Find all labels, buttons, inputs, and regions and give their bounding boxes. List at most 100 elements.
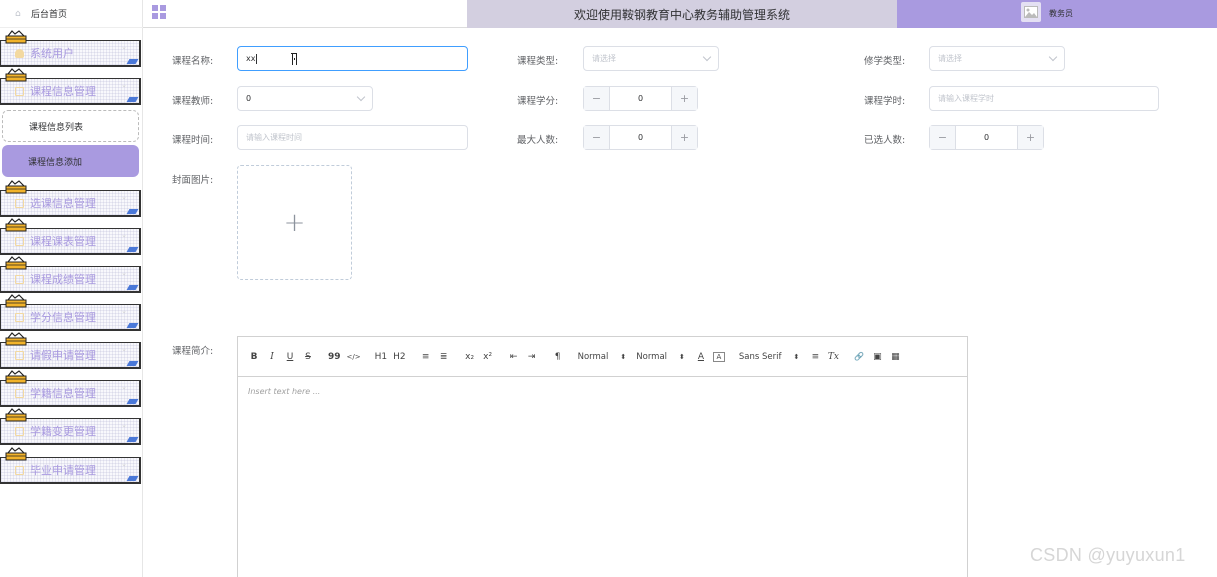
bullet-list-button[interactable]: ≣: [438, 350, 450, 364]
sidebar-item[interactable]: 课程成绩管理 ⌄: [0, 256, 141, 293]
chevron-icon: ⌄: [121, 307, 127, 315]
strike-button[interactable]: S: [302, 350, 314, 364]
course-type-label: 课程类型:: [517, 56, 559, 67]
sidebar-item[interactable]: 请假申请管理 ⌄: [0, 332, 141, 369]
hours-input[interactable]: 请输入课程学时: [929, 86, 1159, 111]
sidebar-home[interactable]: ⌂ 后台首页: [0, 0, 143, 28]
chevron-icon: ⌄: [121, 43, 127, 51]
course-type-select[interactable]: 请选择: [583, 46, 719, 71]
max-people-value[interactable]: 0: [610, 126, 671, 149]
max-people-stepper[interactable]: − 0 +: [583, 125, 698, 150]
sidebar-item[interactable]: 学籍变更管理 ⌄: [0, 408, 141, 445]
avatar-image-icon[interactable]: [1021, 2, 1041, 22]
bold-button[interactable]: B: [248, 350, 260, 364]
minus-icon[interactable]: −: [584, 126, 610, 149]
sidebar-item[interactable]: 课程课表管理 ⌄: [0, 218, 141, 255]
binder-clip-icon: [5, 180, 27, 194]
link-button[interactable]: 🔗: [853, 350, 865, 364]
direction-button[interactable]: ¶: [552, 350, 564, 364]
minus-icon[interactable]: −: [930, 126, 956, 149]
sidebar-item[interactable]: 学籍信息管理 ⌄: [0, 370, 141, 407]
chevron-icon: ⌄: [121, 193, 127, 201]
page-fold-icon: [126, 361, 139, 366]
credit-stepper[interactable]: − 0 +: [583, 86, 698, 111]
sidebar-item[interactable]: 系统用户 ⌄: [0, 30, 141, 67]
minus-icon[interactable]: −: [584, 87, 610, 110]
sidebar-item-label: 学分信息管理: [30, 311, 96, 324]
indent-button[interactable]: ⇥: [526, 350, 538, 364]
binder-clip-icon: [5, 68, 27, 82]
updown-icon: ⬍: [679, 352, 685, 361]
sidebar-subitem-list[interactable]: 课程信息列表: [2, 110, 139, 142]
chevron-icon: ⌄: [121, 421, 127, 429]
plus-icon[interactable]: +: [671, 126, 697, 149]
outdent-button[interactable]: ⇤: [508, 350, 520, 364]
updown-icon: ⬍: [620, 352, 627, 361]
subscript-button[interactable]: x₂: [464, 350, 476, 364]
chevron-down-icon: [702, 52, 712, 62]
header-1-button[interactable]: H1: [375, 350, 388, 364]
code-block-button[interactable]: </>: [347, 350, 361, 364]
watermark: CSDN @yuyuxun1: [1030, 545, 1186, 565]
document-icon: [15, 388, 24, 398]
document-icon: [15, 236, 24, 246]
underline-button[interactable]: U: [284, 350, 296, 364]
document-icon: [15, 350, 24, 360]
superscript-button[interactable]: x²: [482, 350, 494, 364]
chevron-icon: ⌄: [121, 231, 127, 239]
cover-upload[interactable]: +: [237, 165, 352, 280]
size-picker-label: Normal: [636, 351, 668, 362]
home-icon: ⌂: [15, 8, 21, 19]
chevron-icon: ⌄: [121, 345, 127, 353]
binder-clip-icon: [5, 370, 27, 384]
course-name-input[interactable]: xx: [237, 46, 468, 71]
document-icon: [15, 86, 24, 96]
ordered-list-button[interactable]: ≡: [420, 350, 432, 364]
credit-value[interactable]: 0: [610, 87, 671, 110]
page-fold-icon: [126, 247, 139, 252]
chevron-down-icon: [356, 92, 366, 102]
editor-placeholder: Insert text here ...: [248, 387, 321, 396]
document-icon: [15, 198, 24, 208]
blockquote-button[interactable]: 99: [328, 350, 341, 364]
sidebar-item[interactable]: 毕业申请管理 ⌄: [0, 447, 141, 484]
user-icon: [15, 48, 24, 58]
header-picker[interactable]: Normal ⬍: [578, 350, 627, 364]
sidebar-item[interactable]: 课程信息管理 ⌄: [0, 68, 141, 105]
editor-toolbar: B I U S 99 </> H1 H2 ≡ ≣ x₂ x² ⇤ ⇥ ¶ Nor…: [238, 337, 967, 377]
font-picker[interactable]: Sans Serif ⬍: [739, 350, 799, 364]
time-input[interactable]: 请输入课程时间: [237, 125, 468, 150]
page-fold-icon: [126, 476, 139, 481]
sidebar-item-label: 学籍变更管理: [30, 425, 96, 438]
user-name: 教务员: [1049, 9, 1073, 18]
rich-text-editor[interactable]: B I U S 99 </> H1 H2 ≡ ≣ x₂ x² ⇤ ⇥ ¶ Nor…: [237, 336, 968, 577]
video-button[interactable]: ▦: [889, 350, 901, 364]
selected-people-value[interactable]: 0: [956, 126, 1017, 149]
sidebar-subitem-add[interactable]: 课程信息添加: [2, 145, 139, 177]
header-2-button[interactable]: H2: [393, 350, 406, 364]
document-icon: [15, 274, 24, 284]
chevron-down-icon: [1048, 52, 1058, 62]
size-picker[interactable]: Normal ⬍: [636, 350, 685, 364]
page-title: 欢迎使用鞍钢教育中心教务辅助管理系统: [467, 0, 897, 28]
system-title: 欢迎使用鞍钢教育中心教务辅助管理系统: [573, 7, 790, 22]
sidebar-item[interactable]: 学分信息管理 ⌄: [0, 294, 141, 331]
plus-icon[interactable]: +: [1017, 126, 1043, 149]
user-area[interactable]: 教务员: [897, 0, 1217, 28]
image-button[interactable]: ▣: [871, 350, 883, 364]
teacher-select[interactable]: 0: [237, 86, 373, 111]
text-color-button[interactable]: A: [695, 350, 707, 364]
credit-label: 课程学分:: [517, 96, 559, 107]
align-button[interactable]: ≡: [809, 350, 821, 364]
selected-people-stepper[interactable]: − 0 +: [929, 125, 1044, 150]
editor-content[interactable]: Insert text here ...: [238, 377, 967, 406]
italic-button[interactable]: I: [266, 350, 278, 364]
study-type-select[interactable]: 请选择: [929, 46, 1065, 71]
clear-format-button[interactable]: Tx: [827, 350, 839, 364]
updown-icon: ⬍: [793, 352, 800, 361]
menu-grid-icon[interactable]: [152, 5, 166, 19]
plus-icon[interactable]: +: [671, 87, 697, 110]
binder-clip-icon: [5, 408, 27, 422]
sidebar-item[interactable]: 选课信息管理 ⌄: [0, 180, 141, 217]
background-color-button[interactable]: A: [712, 351, 725, 362]
